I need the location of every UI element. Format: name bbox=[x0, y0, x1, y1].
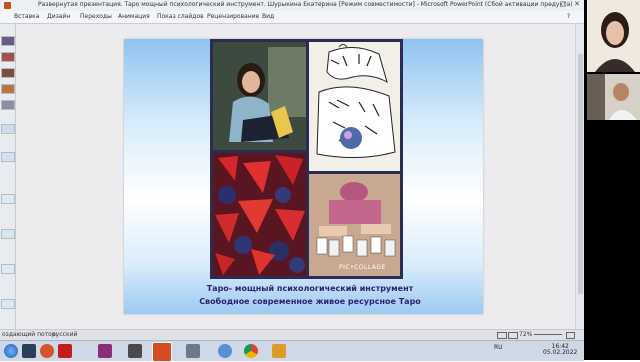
media-app-icon[interactable] bbox=[98, 344, 112, 358]
help-icon[interactable]: ? bbox=[567, 13, 570, 20]
slide-thumbnail[interactable] bbox=[1, 194, 15, 204]
normal-view-icon[interactable] bbox=[497, 332, 507, 339]
scrollbar-thumb[interactable] bbox=[578, 54, 583, 294]
ribbon-tabs: Вставка Дизайн Переходы Анимация Показ с… bbox=[0, 11, 584, 24]
zoom-level[interactable]: 72% bbox=[519, 331, 532, 338]
zoom-app-icon[interactable] bbox=[218, 344, 232, 358]
tray-date[interactable]: 05.02.2022 bbox=[543, 350, 577, 356]
status-text: оздающий поток: bbox=[2, 331, 58, 338]
tray-clock: 16:42 05.02.2022 bbox=[543, 344, 577, 356]
collage-photo-berries bbox=[213, 153, 306, 276]
slide-thumbnail[interactable] bbox=[1, 84, 15, 94]
maximize-button[interactable]: □ bbox=[560, 0, 567, 8]
close-button[interactable]: ✕ bbox=[574, 0, 580, 8]
start-button-icon[interactable] bbox=[4, 344, 18, 358]
minimize-button[interactable]: – bbox=[548, 0, 552, 8]
slide-thumbnail[interactable] bbox=[1, 52, 15, 62]
slide-thumbnail[interactable] bbox=[1, 124, 15, 134]
slide-thumbnail[interactable] bbox=[1, 100, 15, 110]
slide-thumbnail[interactable] bbox=[1, 36, 15, 46]
powerpoint-icon[interactable] bbox=[152, 342, 172, 362]
slide-thumbnail[interactable] bbox=[1, 68, 15, 78]
tab-slideshow[interactable]: Показ слайдов bbox=[157, 13, 204, 20]
slide-thumbnail[interactable] bbox=[1, 152, 15, 162]
collage-photo-woman bbox=[213, 42, 306, 150]
participant-video[interactable] bbox=[587, 0, 640, 72]
zoom-slider[interactable] bbox=[534, 334, 562, 335]
tray-language[interactable]: RU bbox=[494, 345, 503, 351]
app-icon[interactable] bbox=[128, 344, 142, 358]
fit-slide-icon[interactable] bbox=[566, 332, 575, 339]
taskbar: RU 16:42 05.02.2022 bbox=[0, 340, 584, 362]
chrome-icon[interactable] bbox=[244, 344, 258, 358]
window-title: Развернутая презентация. Таро мощный пси… bbox=[38, 1, 573, 8]
participant-video[interactable] bbox=[587, 74, 640, 120]
folder-icon[interactable] bbox=[272, 344, 286, 358]
tab-review[interactable]: Рецензирование bbox=[207, 13, 259, 20]
flash-icon[interactable] bbox=[58, 344, 72, 358]
app-icon[interactable] bbox=[4, 2, 11, 9]
tab-transitions[interactable]: Переходы bbox=[80, 13, 112, 20]
slide-thumbnail[interactable] bbox=[1, 299, 15, 309]
slide-thumbnail[interactable] bbox=[1, 229, 15, 239]
slide-caption-line2: Свободное современное живое ресурсное Та… bbox=[199, 297, 421, 306]
show-desktop-icon[interactable] bbox=[22, 344, 36, 358]
slide-thumbnail[interactable] bbox=[1, 264, 15, 274]
collage-photo-tarot-spread: PIC•COLLAGE bbox=[309, 174, 400, 276]
slide-thumbnails-pane bbox=[0, 24, 16, 329]
tab-view[interactable]: Вид bbox=[262, 13, 274, 20]
app-icon[interactable] bbox=[186, 344, 200, 358]
firefox-icon[interactable] bbox=[40, 344, 54, 358]
tab-insert[interactable]: Вставка bbox=[14, 13, 39, 20]
tab-animation[interactable]: Анимация bbox=[118, 13, 150, 20]
collage-watermark: PIC•COLLAGE bbox=[339, 264, 386, 271]
slide-sorter-icon[interactable] bbox=[508, 332, 518, 339]
slide-caption-line1: Таро- мощный психологический инструмент bbox=[206, 284, 414, 293]
photo-collage[interactable]: PIC•COLLAGE bbox=[210, 39, 403, 279]
tab-design[interactable]: Дизайн bbox=[47, 13, 70, 20]
status-language[interactable]: русский bbox=[52, 331, 77, 338]
collage-photo-tiger-card bbox=[309, 42, 400, 171]
status-bar: оздающий поток: русский 72% bbox=[0, 329, 584, 340]
